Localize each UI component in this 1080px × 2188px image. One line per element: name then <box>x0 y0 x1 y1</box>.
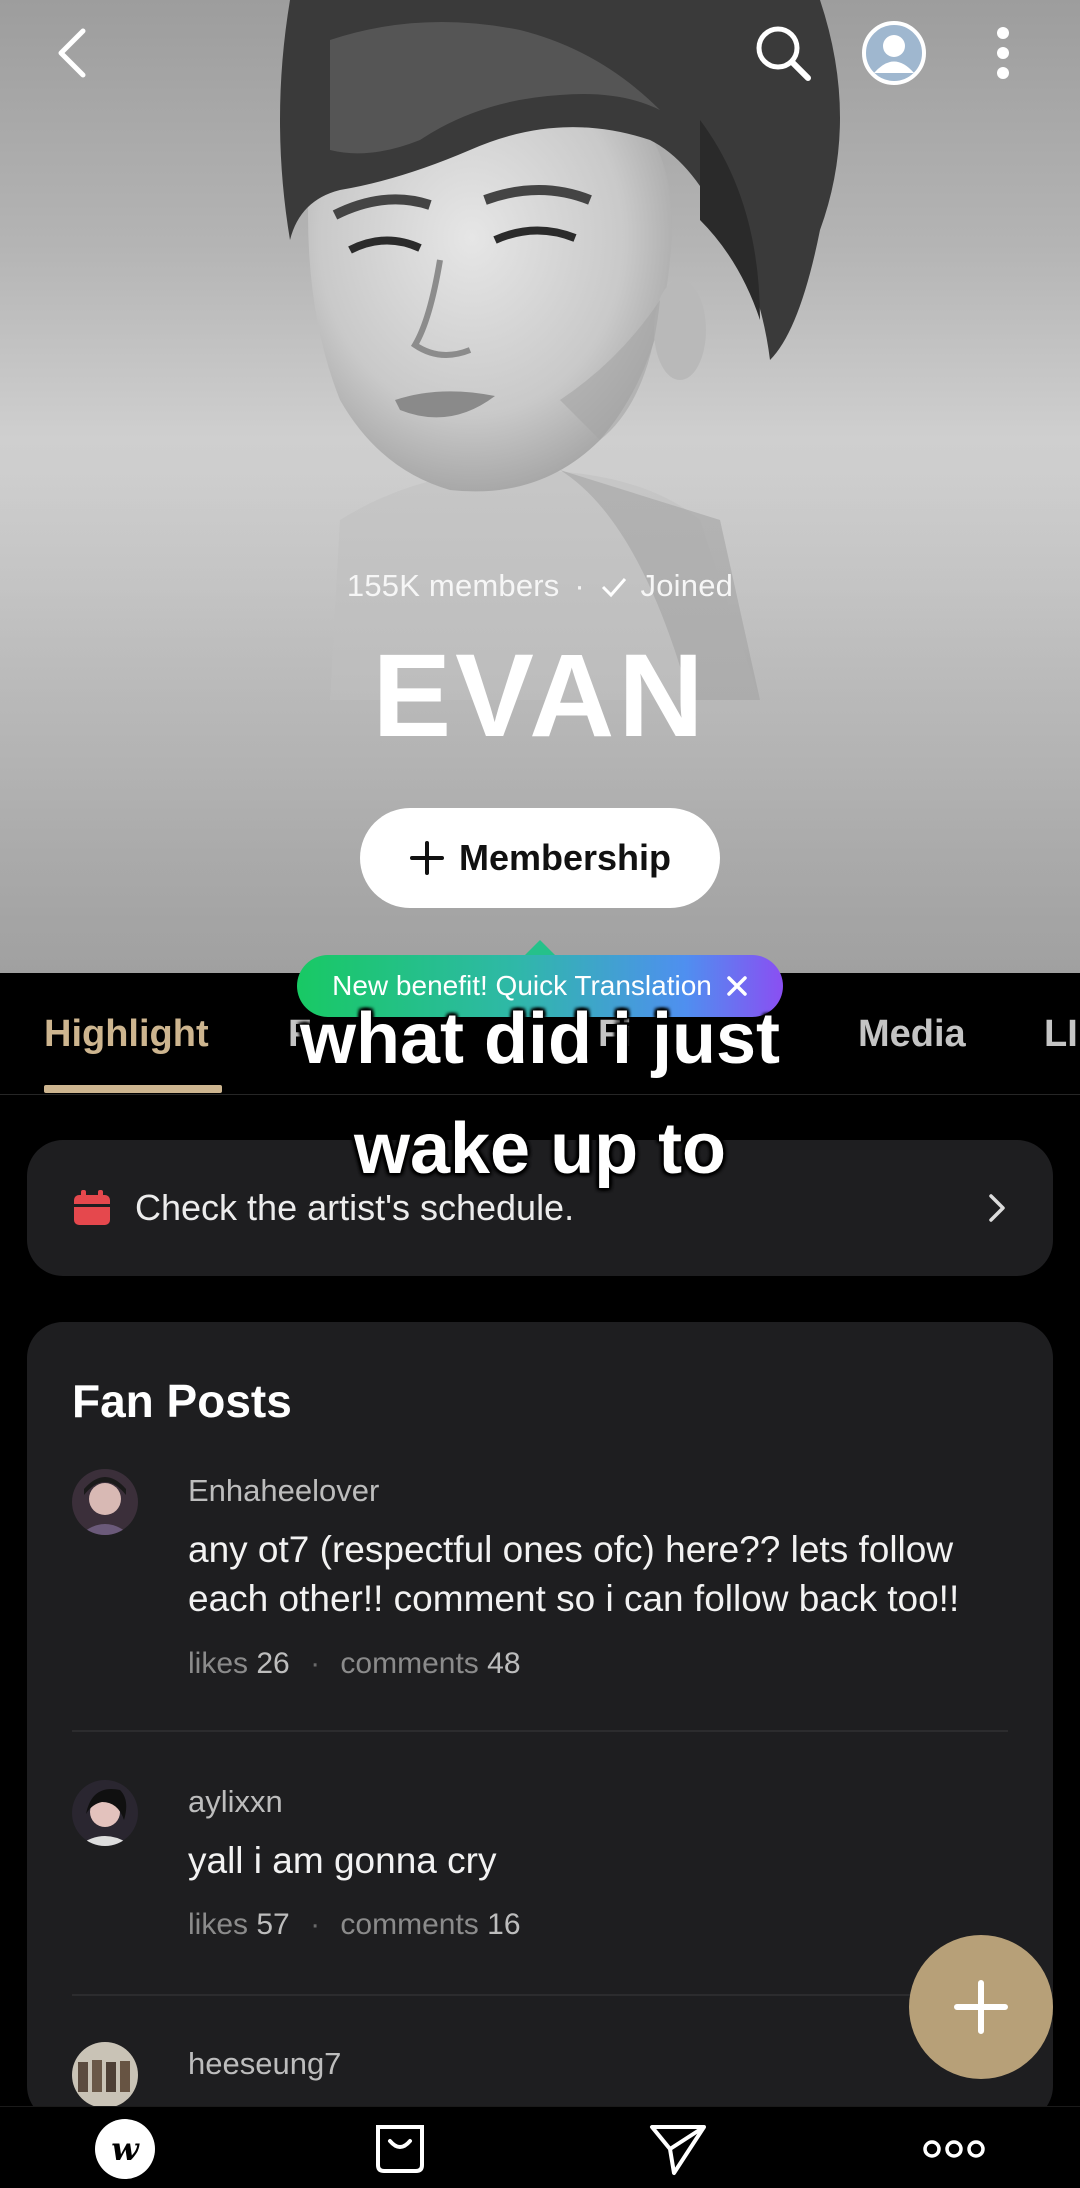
likes-count: 26 <box>256 1647 290 1680</box>
dm-icon[interactable] <box>646 2117 710 2181</box>
avatar[interactable] <box>72 1469 138 1535</box>
comments-label: comments <box>340 1647 479 1680</box>
post-username[interactable]: aylixxn <box>188 1784 283 1820</box>
chevron-right-icon <box>989 1194 1005 1222</box>
check-icon <box>601 578 626 598</box>
comments-label: comments <box>340 1908 479 1941</box>
schedule-text: Check the artist's schedule. <box>135 1187 575 1228</box>
avatar[interactable] <box>72 1780 138 1846</box>
post-stats: likes 57 · comments 16 <box>188 1908 521 1941</box>
separator-dot: · <box>574 568 585 603</box>
benefit-pointer <box>524 940 556 956</box>
membership-label: Membership <box>458 837 672 878</box>
search-icon[interactable] <box>748 18 818 88</box>
artist-name: EVAN <box>372 630 708 762</box>
members-count: 155K members <box>346 568 560 603</box>
svg-text:w: w <box>111 2130 140 2168</box>
avatar[interactable] <box>72 2042 138 2108</box>
likes-label: likes <box>188 1908 249 1941</box>
comments-count: 48 <box>487 1647 521 1680</box>
shop-icon[interactable] <box>368 2117 432 2181</box>
more-icon[interactable] <box>922 2117 986 2181</box>
plus-icon <box>954 1980 1008 2034</box>
membership-button[interactable]: Membership <box>360 808 720 908</box>
calendar-icon <box>74 1190 110 1225</box>
active-tab-indicator <box>44 1085 222 1093</box>
fan-post[interactable]: aylixxn yall i am gonna cry likes 57 · c… <box>72 1780 1032 1950</box>
weverse-home-icon[interactable]: w <box>93 2117 157 2181</box>
post-body: yall i am gonna cry <box>188 1840 497 1881</box>
joined-label: Joined <box>640 568 734 603</box>
post-divider <box>72 1730 1008 1732</box>
plus-icon <box>409 841 444 875</box>
members-status: 155K members · Joined <box>0 568 1080 604</box>
post-stats: likes 26 · comments 48 <box>188 1647 521 1680</box>
caption-line-1: what did i just <box>300 999 780 1079</box>
likes-label: likes <box>188 1647 249 1680</box>
fan-post[interactable]: Enhaheelover any ot7 (respectful ones of… <box>72 1469 1032 1709</box>
profile-icon[interactable] <box>859 18 929 88</box>
back-icon[interactable] <box>38 18 108 88</box>
post-divider <box>72 1994 1008 1996</box>
likes-count: 57 <box>256 1908 290 1941</box>
post-username[interactable]: heeseung7 <box>188 2046 341 2082</box>
bottom-nav: w <box>0 2106 1080 2188</box>
close-icon[interactable] <box>726 975 748 997</box>
fan-posts-card: Fan Posts Enhaheelover any ot7 (respectf… <box>27 1322 1053 2122</box>
comments-count: 16 <box>487 1908 521 1941</box>
more-vertical-icon[interactable] <box>968 18 1038 88</box>
fan-posts-title: Fan Posts <box>72 1375 292 1427</box>
post-username[interactable]: Enhaheelover <box>188 1473 379 1509</box>
post-body: any ot7 (respectful ones ofc) here?? let… <box>188 1529 960 1619</box>
artist-hero: 155K members · Joined EVAN Membership <box>0 0 1080 973</box>
caption-line-2: wake up to <box>353 1109 727 1189</box>
write-post-button[interactable] <box>909 1935 1053 2079</box>
